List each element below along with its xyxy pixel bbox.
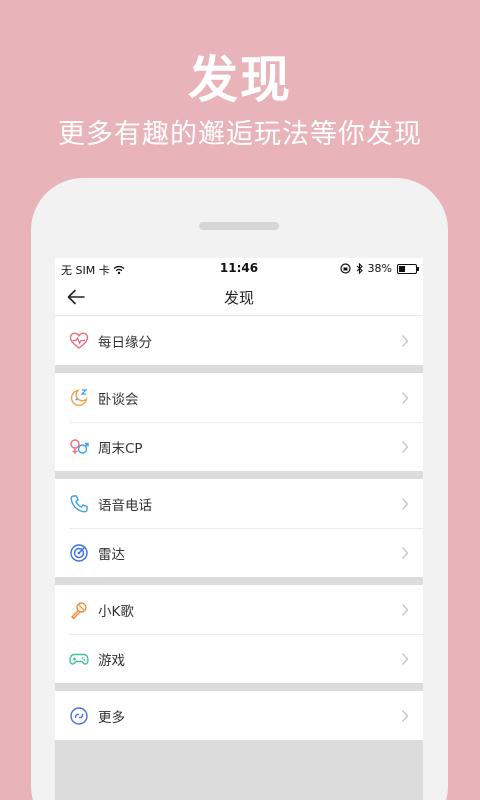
list-item-label: 周末CP — [98, 440, 143, 457]
heartbeat-icon — [69, 331, 89, 349]
battery-percent: 38% — [367, 262, 392, 275]
chevron-right-icon — [401, 392, 409, 404]
phone-icon — [70, 494, 88, 513]
chevron-right-icon — [401, 604, 409, 616]
list-item-weekend-cp[interactable]: 周末CP — [55, 422, 423, 471]
list-group-1: 每日缘分 — [55, 316, 423, 365]
chevron-right-icon — [401, 653, 409, 665]
chevron-right-icon — [401, 498, 409, 510]
list-group-2: 卧谈会 周末CP — [55, 373, 423, 471]
battery-icon — [397, 263, 419, 274]
list-item-radar[interactable]: 雷达 — [55, 528, 423, 577]
phone-screen: 无 SIM 卡 11:46 38% 发现 每日缘分 卧谈会 周末CP 语音电话 … — [55, 258, 423, 800]
nav-bar: 发现 — [55, 278, 423, 316]
promo-title: 发现 — [188, 51, 292, 109]
radar-icon — [70, 543, 88, 562]
list-item-karaoke[interactable]: 小K歌 — [55, 585, 423, 634]
chevron-right-icon — [401, 335, 409, 347]
empty-area — [55, 740, 423, 800]
page-title: 发现 — [223, 289, 254, 307]
phone-frame: 无 SIM 卡 11:46 38% 发现 每日缘分 卧谈会 周末CP 语音电话 … — [31, 178, 448, 800]
phone-speaker — [199, 222, 279, 230]
list-group-5: 更多 — [55, 691, 423, 740]
microphone-icon — [71, 601, 87, 619]
list-item-label: 小K歌 — [98, 603, 134, 620]
list-item-voice-call[interactable]: 语音电话 — [55, 479, 423, 528]
list-item-label: 语音电话 — [98, 497, 152, 514]
list-item-daily-match[interactable]: 每日缘分 — [55, 316, 423, 365]
group-divider — [55, 577, 423, 585]
status-bar: 无 SIM 卡 11:46 38% — [55, 258, 423, 278]
list-item-more[interactable]: 更多 — [55, 691, 423, 740]
gender-couple-icon — [70, 438, 89, 454]
list-item-label: 卧谈会 — [98, 391, 139, 408]
list-item-games[interactable]: 游戏 — [55, 634, 423, 683]
list-group-4: 小K歌 游戏 — [55, 585, 423, 683]
chevron-right-icon — [401, 441, 409, 453]
orientation-lock-icon — [339, 263, 351, 274]
list-group-3: 语音电话 雷达 — [55, 479, 423, 577]
status-right: 38% — [339, 262, 419, 275]
chevron-right-icon — [401, 710, 409, 722]
list-item-label: 雷达 — [98, 546, 125, 563]
moon-chat-icon — [70, 388, 88, 406]
list-item-label: 更多 — [98, 709, 125, 726]
list-item-label: 游戏 — [98, 652, 125, 669]
chevron-right-icon — [401, 547, 409, 559]
battery-fill — [399, 265, 406, 272]
group-divider — [55, 471, 423, 479]
more-icon — [70, 706, 88, 725]
bluetooth-icon — [356, 263, 363, 274]
list-item-night-talk[interactable]: 卧谈会 — [55, 373, 423, 422]
gamepad-icon — [69, 653, 89, 665]
group-divider — [55, 365, 423, 373]
list-item-label: 每日缘分 — [98, 334, 152, 351]
promo-subtitle: 更多有趣的邂逅玩法等你发现 — [58, 119, 422, 150]
group-divider — [55, 683, 423, 691]
